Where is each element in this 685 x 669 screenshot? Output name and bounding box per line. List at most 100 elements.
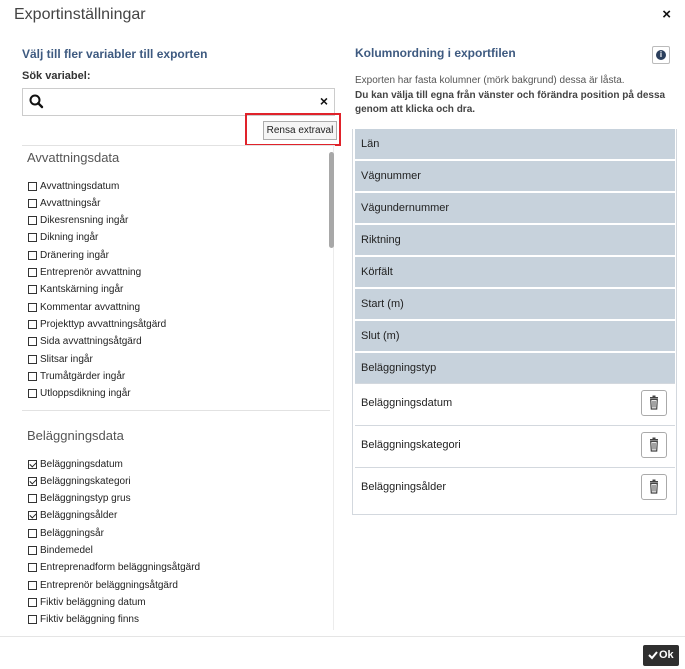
checkbox[interactable] [28, 198, 37, 208]
variable-label: Avvattningsdatum [40, 180, 120, 192]
column-label: Beläggningskategori [361, 439, 461, 451]
variable-label: Beläggningskategori [40, 475, 131, 487]
search-icon [29, 94, 44, 109]
variable-checkbox-row[interactable]: Avvattningsdatum [28, 178, 119, 194]
checkbox[interactable] [28, 285, 37, 295]
clear-search-icon[interactable]: × [320, 93, 328, 109]
column-label: Vägnummer [361, 170, 421, 182]
variable-label: Dikning ingår [40, 232, 99, 244]
scrollbar-thumb[interactable] [329, 152, 334, 248]
checkbox[interactable] [28, 233, 37, 243]
variable-checkbox-row[interactable]: Slitsar ingår [28, 351, 93, 367]
fixed-column-row: Körfält [355, 257, 675, 287]
variable-checkbox-row[interactable]: Dränering ingår [28, 247, 109, 263]
extra-column-row[interactable]: Beläggningsdatum [355, 383, 675, 421]
modal-header: Exportinställningar × [0, 0, 685, 36]
search-input[interactable] [51, 91, 301, 113]
fixed-column-row: Vägnummer [355, 161, 675, 191]
variable-checkbox-row[interactable]: Sida avvattningsåtgärd [28, 334, 142, 350]
variable-label: Slitsar ingår [40, 353, 93, 365]
column-label: Län [361, 138, 380, 150]
fixed-column-row: Riktning [355, 225, 675, 255]
checkbox[interactable] [28, 528, 37, 538]
fixed-column-row: Start (m) [355, 289, 675, 319]
delete-column-button[interactable] [641, 432, 667, 458]
close-icon[interactable]: × [662, 6, 671, 23]
checkbox[interactable] [28, 546, 37, 555]
group-title: Beläggningsdata [27, 428, 124, 443]
variable-checkbox-row[interactable]: Fiktiv beläggning datum [28, 594, 146, 610]
variable-checkbox-row[interactable]: Beläggningskategori [28, 473, 131, 489]
checkbox[interactable] [28, 563, 37, 573]
variable-checkbox-row[interactable]: Beläggningstyp grus [28, 491, 131, 507]
delete-column-button[interactable] [641, 390, 667, 416]
variable-checkbox-row[interactable]: Dikning ingår [28, 230, 98, 246]
variable-label: Projekttyp avvattningsåtgärd [40, 318, 167, 330]
info-button[interactable]: i [652, 46, 670, 64]
highlight-box: Rensa extraval [245, 113, 341, 146]
variable-checkbox-row[interactable]: Dikesrensning ingår [28, 213, 128, 229]
variable-label: Beläggningsår [40, 527, 104, 539]
checkbox[interactable] [28, 337, 37, 347]
column-label: Beläggningstyp [361, 362, 437, 374]
variable-checkbox-row[interactable]: Bindemedel [28, 543, 93, 559]
variable-checkbox-row[interactable]: Beläggningsdatum [28, 456, 123, 472]
ok-label: Ok [659, 649, 674, 661]
checkbox[interactable] [28, 615, 37, 625]
checkbox[interactable] [28, 268, 37, 277]
variable-checkbox-row[interactable]: Beläggningsålder [28, 508, 117, 524]
fixed-column-row: Slut (m) [355, 321, 675, 351]
checkbox[interactable] [28, 354, 37, 364]
checkbox[interactable] [28, 389, 37, 399]
description-fixed-columns: Exporten har fasta kolumner (mörk bakgru… [355, 75, 625, 86]
extra-column-row[interactable]: Beläggningskategori [355, 425, 675, 463]
variable-checkbox-row[interactable]: Fiktiv beläggning finns [28, 612, 139, 628]
variable-checkbox-row[interactable]: Entreprenadform beläggningsåtgärd [28, 560, 200, 576]
trash-icon [650, 479, 658, 494]
variable-label: Kommentar avvattning [40, 301, 141, 313]
variable-label: Sida avvattningsåtgärd [40, 336, 142, 348]
variable-checkbox-row[interactable]: Utloppsdikning ingår [28, 386, 131, 402]
info-icon: i [656, 50, 666, 60]
variable-checkbox-row[interactable]: Trumåtgärder ingår [28, 368, 125, 384]
ok-button[interactable]: Ok [643, 645, 679, 666]
delete-column-button[interactable] [641, 474, 667, 500]
check-icon [648, 651, 658, 660]
checkbox[interactable] [28, 371, 37, 381]
variable-label: Dikesrensning ingår [40, 215, 129, 227]
variable-label: Entreprenör avvattning [40, 267, 142, 278]
variable-label: Beläggningstyp grus [40, 493, 131, 505]
variable-checkbox-row[interactable]: Entreprenör beläggningsåtgärd [28, 577, 178, 593]
checkbox[interactable] [28, 494, 37, 504]
variable-checkbox-row[interactable]: Projekttyp avvattningsåtgärd [28, 316, 166, 332]
checkbox[interactable] [28, 459, 37, 469]
variable-label: Beläggningsdatum [40, 458, 123, 470]
fixed-column-row: Vägundernummer [355, 193, 675, 223]
column-label: Beläggningsålder [361, 481, 447, 493]
variable-label: Avvattningsår [40, 197, 101, 209]
variable-list[interactable]: Avvattningsdata Avvattningsdatum Avvattnin… [22, 146, 335, 630]
checkbox[interactable] [28, 319, 37, 329]
variable-label: Fiktiv beläggning datum [40, 596, 146, 608]
checkbox[interactable] [28, 302, 37, 312]
group-title: Avvattningsdata [27, 150, 120, 165]
checkbox[interactable] [28, 216, 37, 226]
checkbox[interactable] [28, 580, 37, 590]
variable-checkbox-row[interactable]: Entreprenör avvattning [28, 265, 141, 281]
checkbox[interactable] [28, 511, 37, 521]
variable-checkbox-row[interactable]: Avvattningsår [28, 195, 100, 211]
right-panel-title: Kolumnordning i exportfilen [355, 46, 516, 60]
trash-icon [650, 395, 658, 410]
extra-column-row[interactable]: Beläggningsålder [355, 467, 675, 505]
search-label: Sök variabel: [22, 70, 91, 82]
fixed-column-row: Beläggningstyp [355, 353, 675, 383]
checkbox[interactable] [28, 250, 37, 260]
variable-checkbox-row[interactable]: Beläggningsår [28, 525, 104, 541]
variable-checkbox-row[interactable]: Kommentar avvattning [28, 299, 140, 315]
variable-label: Bindemedel [40, 545, 93, 556]
checkbox[interactable] [28, 597, 37, 607]
variable-checkbox-row[interactable]: Kantskärning ingår [28, 282, 123, 298]
checkbox[interactable] [28, 476, 37, 486]
checkbox[interactable] [28, 181, 37, 191]
rensa-extraval-button[interactable]: Rensa extraval [263, 121, 337, 140]
